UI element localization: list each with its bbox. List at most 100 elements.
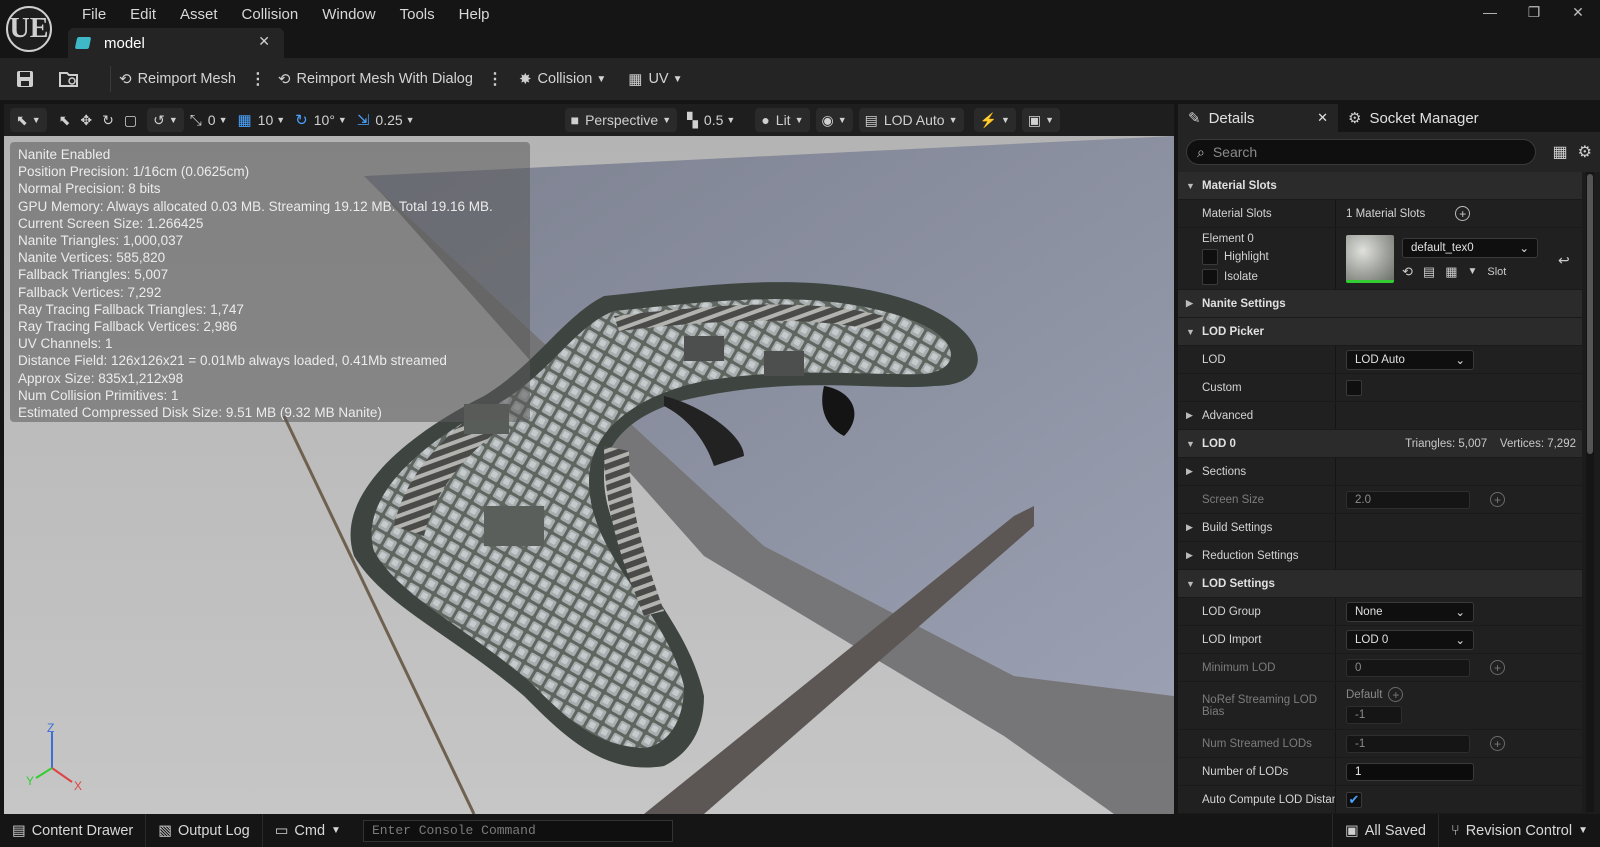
reimport-dialog-button[interactable]: ⟲ Reimport Mesh With Dialog (278, 70, 473, 88)
scrollbar-thumb[interactable] (1587, 174, 1593, 454)
lod-select[interactable]: LOD Auto ⌄ (1346, 349, 1474, 370)
reimport-dialog-options-icon[interactable]: ⋮ (487, 69, 503, 89)
highlight-checkbox[interactable] (1202, 248, 1218, 265)
viewport[interactable]: ⬉ ▼ ⬉ ✥ ↻ ▢ ↺ ▼ ⤡ 0 ▼ ▦ 10 ▼ ↻ 10° ▼ ⇲ 0… (4, 104, 1174, 814)
noref-bias-field[interactable]: -1 (1346, 706, 1402, 724)
grid-snap-button[interactable]: ▦ 10 ▼ (237, 111, 285, 129)
angle-snap-button[interactable]: ↻ 10° ▼ (295, 111, 347, 129)
reimport-dialog-label: Reimport Mesh With Dialog (296, 71, 473, 87)
collapsed-arrow-icon: ▶ (1186, 298, 1193, 308)
chevron-down-icon: ▼ (331, 825, 341, 836)
add-icon[interactable]: + (1388, 687, 1404, 702)
number-of-lods-field[interactable]: 1 (1346, 762, 1474, 781)
menu-edit[interactable]: Edit (118, 4, 168, 26)
category-lod0[interactable]: ▼ LOD 0 Triangles: 5,007 Vertices: 7,292 (1178, 430, 1582, 458)
noref-default-label: Default (1346, 688, 1383, 701)
restore-icon[interactable]: ❐ (1512, 0, 1556, 24)
asset-tab[interactable]: model ✕ (68, 28, 284, 58)
material-thumbnail[interactable] (1346, 234, 1394, 283)
tab-socket-manager[interactable]: ⚙ Socket Manager (1338, 104, 1489, 132)
category-lod-settings[interactable]: ▼ LOD Settings (1178, 570, 1582, 598)
perspective-dropdown[interactable]: ■ Perspective ▼ (564, 108, 678, 132)
rotate-icon[interactable]: ↻ (102, 112, 114, 129)
scale-snap-button[interactable]: ⇲ 0.25 ▼ (357, 111, 415, 129)
add-icon[interactable]: + (1490, 736, 1505, 751)
uv-dropdown[interactable]: ▦ UV ▼ (628, 70, 682, 88)
menu-window[interactable]: Window (310, 4, 387, 26)
row-sections[interactable]: ▶ Sections (1178, 458, 1582, 486)
menu-file[interactable]: File (70, 4, 118, 26)
camera-speed-icon: ▚ (687, 111, 698, 128)
translate-icon[interactable]: ⬉ (59, 112, 71, 129)
grid-snap-icon: ▦ (237, 112, 252, 129)
category-lod-picker[interactable]: ▼ LOD Picker (1178, 318, 1582, 346)
reset-arrow-icon[interactable]: ↩ (1558, 252, 1570, 269)
row-build-settings[interactable]: ▶ Build Settings (1178, 514, 1582, 542)
select-mode-dropdown[interactable]: ⬉ ▼ (10, 108, 47, 132)
close-window-icon[interactable]: ✕ (1556, 0, 1600, 24)
close-icon[interactable]: ✕ (1317, 110, 1328, 126)
console-input-box[interactable] (362, 819, 673, 842)
lod-dropdown[interactable]: ▤ LOD Auto ▼ (858, 108, 964, 132)
move-icon[interactable]: ✥ (80, 112, 92, 129)
checker-icon[interactable]: ▦ (1445, 264, 1457, 280)
save-icon[interactable] (14, 68, 36, 90)
search-input[interactable] (1212, 144, 1513, 160)
row-advanced[interactable]: ▶ Advanced (1178, 402, 1582, 430)
isolate-checkbox[interactable] (1202, 268, 1218, 285)
collision-dropdown[interactable]: ✸ Collision ▼ (519, 70, 606, 88)
category-nanite-settings[interactable]: ▶ Nanite Settings (1178, 290, 1582, 318)
table-view-icon[interactable]: ▦ (1553, 142, 1568, 162)
row-number-of-lods: Number of LODs 1 (1178, 758, 1582, 786)
coordinate-space-dropdown[interactable]: ↺ ▼ (147, 108, 184, 132)
row-reduction-settings[interactable]: ▶ Reduction Settings (1178, 542, 1582, 570)
collision-icon: ✸ (518, 71, 532, 88)
camera-speed-button[interactable]: ▚ 0.5 ▼ (687, 112, 735, 129)
settings-icon[interactable]: ⚙ (1578, 142, 1592, 162)
show-flags-dropdown[interactable]: ◉ ▼ (815, 108, 853, 132)
reimport-options-icon[interactable]: ⋮ (250, 69, 266, 89)
material-select[interactable]: default_tex0 ⌄ (1402, 237, 1538, 258)
num-streamed-field[interactable]: -1 (1346, 734, 1470, 753)
scale-icon[interactable]: ▢ (124, 112, 137, 129)
menu-tools[interactable]: Tools (388, 4, 447, 26)
lod-import-select[interactable]: LOD 0 ⌄ (1346, 629, 1474, 650)
reimport-mesh-button[interactable]: ⟲ Reimport Mesh (119, 70, 236, 88)
minimize-icon[interactable]: — (1468, 0, 1512, 24)
lighting-dropdown[interactable]: ● Lit ▼ (755, 108, 810, 132)
tab-details[interactable]: ✎ Details ✕ (1178, 104, 1338, 132)
console-input[interactable] (371, 823, 662, 838)
viewport-layout-dropdown[interactable]: ▣ ▼ (1021, 108, 1061, 132)
screen-size-field[interactable]: 2.0 (1346, 490, 1470, 509)
auto-compute-checkbox[interactable]: ✔ (1346, 791, 1362, 808)
add-material-slot-icon[interactable]: + (1455, 206, 1471, 221)
chevron-down-icon: ▼ (337, 115, 347, 125)
cmd-dropdown[interactable]: ▭ Cmd ▼ (263, 814, 353, 847)
output-log-button[interactable]: ▧ Output Log (146, 814, 263, 847)
all-saved-button[interactable]: ▣ All Saved (1332, 814, 1439, 847)
browse-icon[interactable]: ▤ (1423, 264, 1435, 280)
chevron-down-icon[interactable]: ▼ (1468, 266, 1478, 277)
menu-help[interactable]: Help (447, 4, 502, 26)
close-tab-icon[interactable]: ✕ (258, 33, 270, 50)
lod-group-select[interactable]: None ⌄ (1346, 601, 1474, 622)
surface-snap-button[interactable]: ⤡ 0 ▼ (190, 112, 228, 129)
element0-label: Element 0 (1202, 232, 1254, 245)
add-icon[interactable]: + (1490, 492, 1505, 507)
custom-checkbox[interactable] (1346, 379, 1362, 396)
details-scrollbar[interactable] (1586, 172, 1594, 812)
revision-control-button[interactable]: ⑂ Revision Control ▼ (1439, 814, 1600, 847)
browse-asset-icon[interactable] (58, 68, 80, 90)
content-drawer-button[interactable]: ▤ Content Drawer (0, 814, 147, 847)
use-selected-icon[interactable]: ⟲ (1402, 264, 1413, 280)
realtime-dropdown[interactable]: ⚡ ▼ (973, 108, 1016, 132)
axis-gizmo: Z Y X (26, 722, 82, 792)
add-icon[interactable]: + (1490, 660, 1505, 675)
menu-asset[interactable]: Asset (168, 4, 230, 26)
minimum-lod-field[interactable]: 0 (1346, 658, 1470, 677)
details-search[interactable]: ⌕ (1186, 139, 1536, 165)
unreal-logo[interactable]: UE (6, 6, 52, 52)
category-label: Material Slots (1202, 179, 1277, 192)
menu-collision[interactable]: Collision (230, 4, 311, 26)
category-material-slots[interactable]: ▼ Material Slots (1178, 172, 1582, 200)
